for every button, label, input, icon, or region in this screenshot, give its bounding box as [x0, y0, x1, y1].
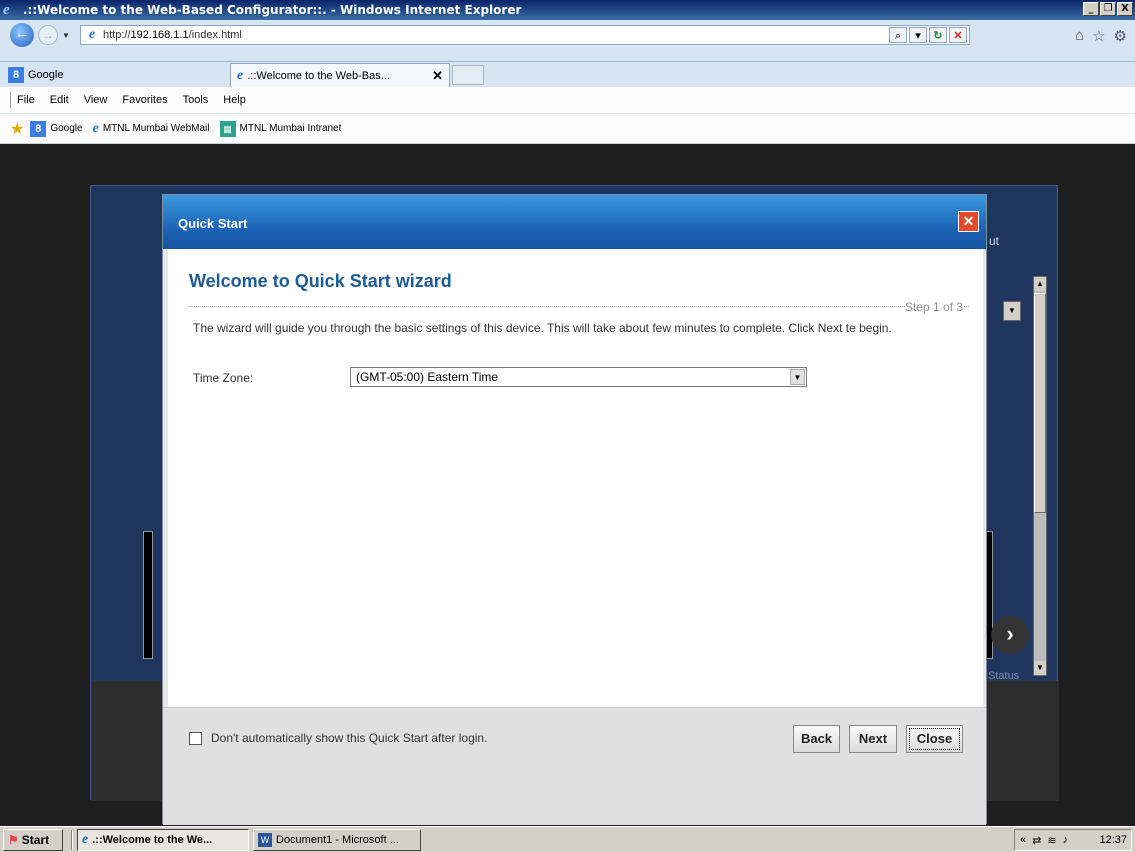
new-tab-button[interactable]: [452, 65, 484, 85]
menu-file[interactable]: File: [17, 94, 35, 106]
close-window-button[interactable]: X: [1117, 2, 1133, 16]
google-icon: 8: [30, 120, 47, 137]
start-label: Start: [21, 832, 50, 847]
menu-help[interactable]: Help: [223, 94, 246, 106]
mtnl-icon: ▦: [219, 120, 236, 137]
tray-expand-icon[interactable]: «: [1020, 834, 1026, 846]
address-tools: ⌕ ▾ ↻ ✕: [889, 26, 969, 44]
background-screen-left: [143, 531, 153, 659]
tab-google[interactable]: 8 Google: [8, 65, 228, 85]
windows-flag-icon: ⚑: [8, 832, 19, 847]
taskbar-item-ie[interactable]: e .::Welcome to the We...: [77, 828, 249, 851]
network-icon[interactable]: ⇄: [1032, 834, 1041, 847]
stop-icon[interactable]: ✕: [949, 27, 967, 43]
history-dropdown-icon[interactable]: ▼: [62, 31, 70, 40]
menu-favorites[interactable]: Favorites: [122, 94, 167, 106]
ie-logo-icon: e: [3, 2, 10, 18]
clock[interactable]: 12:37: [1099, 834, 1127, 846]
ie-icon: e: [92, 120, 99, 136]
tab-configurator[interactable]: e .::Welcome to the Web-Bas... ✕: [230, 63, 450, 87]
google-icon: 8: [8, 67, 24, 83]
dont-show-checkbox[interactable]: [189, 731, 202, 745]
tab-row: 8 Google e .::Welcome to the Web-Bas... …: [0, 62, 1135, 87]
scroll-thumb[interactable]: [1034, 293, 1046, 513]
menu-view[interactable]: View: [84, 94, 108, 106]
volume-icon[interactable]: ♪: [1063, 834, 1069, 846]
taskbar-item-ie-label: .::Welcome to the We...: [92, 833, 213, 846]
favorite-mtnl-intranet[interactable]: ▦ MTNL Mumbai Intranet: [219, 120, 342, 137]
back-button[interactable]: Back: [793, 725, 840, 753]
dialog-body: Welcome to Quick Start wizard Step 1 of …: [168, 249, 983, 707]
scroll-up-icon[interactable]: ▲: [1034, 277, 1046, 291]
back-arrow-icon[interactable]: ←: [10, 23, 34, 47]
dont-show-label: Don't automatically show this Quick Star…: [211, 731, 488, 745]
dialog-close-icon[interactable]: ✕: [958, 211, 979, 232]
tab-google-label: Google: [28, 69, 64, 81]
window-title: .::Welcome to the Web-Based Configurator…: [23, 3, 522, 17]
compat-view-icon[interactable]: ▾: [909, 27, 927, 43]
system-tray: « ⇄ ≋ ♪ 12:37: [1014, 829, 1132, 851]
forward-arrow-icon[interactable]: →: [38, 25, 58, 45]
restore-button[interactable]: ❐: [1100, 2, 1116, 16]
menu-bar: File Edit View Favorites Tools Help: [0, 87, 1135, 114]
taskbar-item-word-label: Document1 - Microsoft ...: [276, 833, 399, 846]
tools-gear-icon[interactable]: ⚙: [1114, 27, 1127, 45]
next-button[interactable]: Next: [849, 725, 897, 753]
wizard-title: Welcome to Quick Start wizard: [189, 271, 452, 291]
next-arrow-icon[interactable]: ›: [991, 616, 1029, 654]
favorites-bar: ★ 8 Google e MTNL Mumbai WebMail ▦ MTNL …: [0, 114, 1135, 144]
word-icon: W: [258, 832, 272, 847]
close-button[interactable]: Close: [906, 725, 963, 753]
start-button[interactable]: ⚑ Start: [3, 828, 63, 851]
favorite-google[interactable]: 8 Google: [30, 120, 83, 137]
home-icon[interactable]: ⌂: [1075, 27, 1084, 45]
dialog-header: Quick Start ✕: [163, 195, 986, 249]
favorite-webmail-label: MTNL Mumbai WebMail: [102, 123, 210, 134]
window-controls: _ ❐ X: [1083, 2, 1133, 16]
search-icon[interactable]: ⌕: [889, 27, 907, 43]
wizard-step-indicator: Step 1 of 3: [904, 300, 963, 314]
tab-close-icon[interactable]: ✕: [432, 68, 443, 84]
dialog-title: Quick Start: [178, 216, 248, 231]
taskbar-item-word[interactable]: W Document1 - Microsoft ...: [253, 828, 421, 851]
browser-command-icons: ⌂ ☆ ⚙: [1075, 27, 1127, 45]
address-url[interactable]: http://192.168.1.1/index.html: [103, 29, 242, 41]
background-text: ut: [989, 234, 1000, 248]
scroll-down-icon[interactable]: ▼: [1034, 661, 1046, 675]
tab-configurator-label: .::Welcome to the Web-Bas...: [247, 69, 390, 82]
menu-grip: [10, 92, 11, 108]
favorite-intranet-label: MTNL Mumbai Intranet: [239, 123, 342, 134]
time-zone-select[interactable]: (GMT-05:00) Eastern Time ▼: [350, 367, 807, 387]
favorites-star-icon[interactable]: ☆: [1092, 27, 1105, 45]
quick-start-dialog: Quick Start ✕ Welcome to Quick Start wiz…: [162, 194, 987, 825]
time-zone-value: (GMT-05:00) Eastern Time: [356, 370, 499, 384]
favorite-mtnl-webmail[interactable]: e MTNL Mumbai WebMail: [93, 121, 210, 137]
taskbar: ⚑ Start e .::Welcome to the We... W Docu…: [0, 826, 1135, 852]
minimize-button[interactable]: _: [1083, 2, 1099, 16]
wifi-icon[interactable]: ≋: [1047, 834, 1056, 847]
window-titlebar: e .::Welcome to the Web-Based Configurat…: [0, 0, 1135, 20]
ie-icon: e: [82, 831, 89, 847]
add-favorites-star-icon[interactable]: ★: [10, 119, 24, 139]
divider: [189, 306, 969, 307]
wizard-description: The wizard will guide you through the ba…: [193, 321, 892, 335]
chevron-down-icon[interactable]: ▼: [790, 369, 805, 385]
favorite-google-label: Google: [50, 123, 83, 134]
background-dropdown-arrow-icon[interactable]: ▼: [1003, 301, 1021, 321]
menu-tools[interactable]: Tools: [183, 94, 209, 106]
dont-show-option[interactable]: Don't automatically show this Quick Star…: [189, 731, 487, 745]
refresh-icon[interactable]: ↻: [929, 27, 947, 43]
navigation-bar: ← → ▼ e http://192.168.1.1/index.html ⌕ …: [0, 20, 1135, 62]
taskbar-separator: [71, 829, 73, 850]
dialog-footer: Don't automatically show this Quick Star…: [163, 707, 986, 825]
time-zone-label: Time Zone:: [193, 371, 254, 385]
page-favicon-icon: e: [88, 27, 96, 42]
address-bar[interactable]: e http://192.168.1.1/index.html ⌕ ▾ ↻ ✕: [80, 25, 970, 45]
menu-edit[interactable]: Edit: [50, 94, 69, 106]
background-scrollbar[interactable]: ▲ ▼: [1033, 276, 1047, 676]
ie-tab-icon: e: [237, 67, 244, 83]
